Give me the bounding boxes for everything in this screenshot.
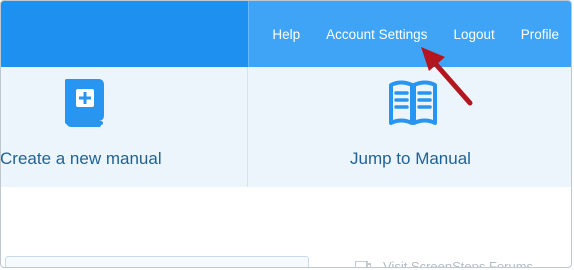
forum-link[interactable]: Visit ScreenSteps Forums (355, 259, 534, 268)
open-book-icon (389, 80, 437, 125)
create-manual-tile[interactable]: Create a new manual (1, 67, 248, 187)
jump-to-manual-tile[interactable]: Jump to Manual (248, 67, 571, 187)
manuals-panel (5, 256, 309, 267)
forum-link-label: Visit ScreenSteps Forums (383, 259, 534, 268)
app-window: Help Account Settings Logout Profile Cre… (0, 0, 572, 268)
jump-to-manual-label: Jump to Manual (350, 149, 471, 168)
nav-profile-link[interactable]: Profile (521, 27, 559, 42)
nav-account-settings-link[interactable]: Account Settings (326, 27, 427, 42)
nav-logout-link[interactable]: Logout (453, 27, 494, 42)
top-navigation-bar: Help Account Settings Logout Profile (1, 1, 571, 67)
nav-links: Help Account Settings Logout Profile (248, 1, 571, 67)
forum-icon (355, 260, 371, 267)
nav-help-link[interactable]: Help (272, 27, 300, 42)
create-manual-label: Create a new manual (0, 149, 162, 168)
book-plus-icon (65, 79, 104, 127)
action-tiles: Create a new manual Jump to Manual (1, 67, 571, 187)
brand-area (1, 1, 248, 67)
